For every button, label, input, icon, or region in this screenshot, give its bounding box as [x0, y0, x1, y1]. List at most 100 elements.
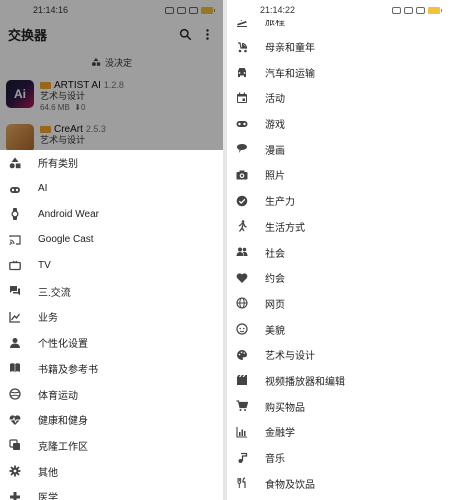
music-icon — [235, 451, 249, 465]
menu-item-beauty[interactable]: 美貌 — [227, 316, 450, 342]
menu-label: 艺术与设计 — [265, 351, 315, 363]
movie-icon — [235, 373, 249, 387]
menu-item-productivity[interactable]: 生产力 — [227, 188, 450, 214]
menu-label: 汽车和运输 — [265, 68, 315, 80]
menu-label: 克隆工作区 — [38, 441, 88, 453]
gamepad-icon — [235, 117, 249, 131]
people-icon — [235, 245, 249, 259]
gear-icon — [8, 464, 22, 478]
menu-label: 游戏 — [265, 120, 285, 132]
camera-icon — [235, 168, 249, 182]
menu-item-personalization[interactable]: 个性化设置 — [0, 330, 223, 356]
menu-item-art-design[interactable]: 艺术与设计 — [227, 342, 450, 368]
notification-icon — [392, 6, 401, 14]
menu-label: 个性化设置 — [38, 339, 88, 351]
menu-label: 音乐 — [265, 454, 285, 466]
menu-label: Google Cast — [38, 234, 94, 246]
menu-item-music[interactable]: 音乐 — [227, 445, 450, 471]
menu-item-auto[interactable]: 汽车和运输 — [227, 59, 450, 85]
menu-label: 生活方式 — [265, 222, 305, 234]
menu-label: 业务 — [38, 313, 58, 325]
calendar-icon — [235, 91, 249, 105]
person-icon — [8, 336, 22, 350]
menu-label: 购买物品 — [265, 402, 305, 414]
menu-item-video-players[interactable]: 视频播放器和编辑 — [227, 368, 450, 394]
book-icon — [8, 361, 22, 375]
menu-item-sports[interactable]: 体育运动 — [0, 381, 223, 407]
menu-item-google-cast[interactable]: Google Cast — [0, 227, 223, 253]
menu-item-comics[interactable]: 漫画 — [227, 136, 450, 162]
menu-item-photography[interactable]: 照片 — [227, 162, 450, 188]
status-time: 21:14:22 — [260, 5, 296, 15]
finance-icon — [235, 425, 249, 439]
menu-item-finance[interactable]: 金融学 — [227, 419, 450, 445]
scrim-overlay[interactable] — [0, 0, 223, 150]
menu-item-health-fitness[interactable]: 健康和健身 — [0, 407, 223, 433]
menu-label: 约会 — [265, 274, 285, 286]
watch-icon — [8, 207, 22, 221]
chat-icon — [8, 284, 22, 298]
menu-label: 社会 — [265, 248, 285, 260]
menu-item-games[interactable]: 游戏 — [227, 111, 450, 137]
menu-label: TV — [38, 260, 51, 272]
status-bar: 21:14:22 — [227, 0, 450, 20]
cart-icon — [235, 399, 249, 413]
menu-item-tv[interactable]: TV — [0, 253, 223, 279]
battery-icon — [428, 6, 442, 14]
chart-icon — [8, 310, 22, 324]
menu-item-other[interactable]: 其他 — [0, 458, 223, 484]
menu-item-communication[interactable]: 三.交流 — [0, 278, 223, 304]
stroller-icon — [235, 40, 249, 54]
menu-label: 所有类别 — [38, 159, 78, 171]
menu-label: 照片 — [265, 171, 285, 183]
palette-icon — [235, 348, 249, 362]
medical-icon — [8, 490, 22, 500]
menu-item-dating[interactable]: 约会 — [227, 265, 450, 291]
category-sheet: 旅程 母亲和童年 汽车和运输 活动 游戏 漫画 照片 生产力 生活方式 社会 约… — [227, 8, 450, 496]
menu-label: Android Wear — [38, 208, 99, 220]
menu-item-medical[interactable]: 医学 — [0, 484, 223, 500]
robot-icon — [8, 182, 22, 196]
menu-label: 漫画 — [265, 145, 285, 157]
signal-icon — [404, 6, 413, 14]
sports-icon — [8, 387, 22, 401]
globe-icon — [235, 296, 249, 310]
comic-bubble-icon — [235, 142, 249, 156]
menu-item-books[interactable]: 书籍及参考书 — [0, 356, 223, 382]
cast-icon — [8, 233, 22, 247]
menu-label: 网页 — [265, 299, 285, 311]
menu-label: 母亲和童年 — [265, 43, 315, 55]
menu-item-shopping[interactable]: 购买物品 — [227, 393, 450, 419]
tv-icon — [8, 259, 22, 273]
menu-item-events[interactable]: 活动 — [227, 85, 450, 111]
face-icon — [235, 322, 249, 336]
food-icon — [235, 476, 249, 490]
menu-label: 生产力 — [265, 197, 295, 209]
car-icon — [235, 65, 249, 79]
clone-icon — [8, 438, 22, 452]
menu-item-clone-workspace[interactable]: 克隆工作区 — [0, 433, 223, 459]
menu-item-social[interactable]: 社会 — [227, 239, 450, 265]
menu-item-food-drink[interactable]: 食物及饮品 — [227, 470, 450, 496]
menu-label: 医学 — [38, 493, 58, 500]
menu-label: 视频播放器和编辑 — [265, 376, 345, 388]
menu-item-lifestyle[interactable]: 生活方式 — [227, 214, 450, 240]
menu-item-parenting[interactable]: 母亲和童年 — [227, 34, 450, 60]
menu-item-web[interactable]: 网页 — [227, 291, 450, 317]
menu-item-business[interactable]: 业务 — [0, 304, 223, 330]
menu-item-ai[interactable]: AI — [0, 176, 223, 202]
menu-item-all-categories[interactable]: 所有类别 — [0, 150, 223, 176]
shapes-icon — [8, 156, 22, 170]
check-circle-icon — [235, 194, 249, 208]
menu-label: 金融学 — [265, 428, 295, 440]
menu-label: 其他 — [38, 467, 58, 479]
menu-item-android-wear[interactable]: Android Wear — [0, 201, 223, 227]
status-icons — [392, 6, 442, 14]
menu-label: 美貌 — [265, 325, 285, 337]
heart-icon — [235, 271, 249, 285]
menu-label: AI — [38, 183, 48, 195]
right-screen: 21:14:22 旅程 母亲和童年 汽车和运输 活动 游戏 漫画 照片 生产力 … — [227, 0, 450, 500]
menu-label: 活动 — [265, 94, 285, 106]
menu-label: 健康和健身 — [38, 416, 88, 428]
walk-icon — [235, 219, 249, 233]
